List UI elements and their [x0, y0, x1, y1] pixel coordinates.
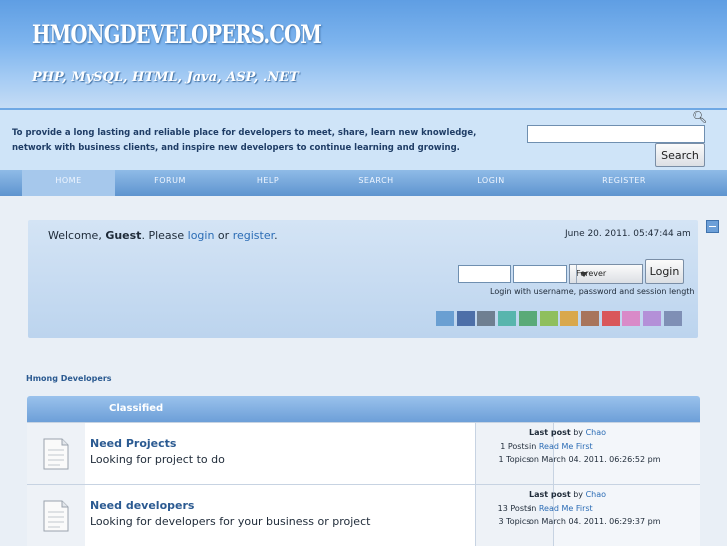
theme-swatch[interactable] [518, 311, 537, 326]
board-icon [43, 500, 69, 532]
board-icon-cell [27, 485, 86, 546]
last-post-info: Last post by Chao in Read Me First on Ma… [529, 426, 671, 467]
last-post-by: by [570, 490, 586, 499]
welcome-please: . Please [141, 229, 188, 242]
login-hint: Login with username, password and sessio… [490, 287, 695, 296]
guest-label: Guest [105, 229, 142, 242]
theme-swatch[interactable] [456, 311, 475, 326]
last-post-topic[interactable]: Read Me First [539, 504, 593, 513]
last-post-date: on March 04. 2011. 06:26:52 pm [529, 455, 661, 464]
welcome-end: . [274, 229, 278, 242]
welcome-message: Welcome, Guest. Please login or register… [48, 229, 278, 242]
username-input[interactable] [458, 265, 511, 283]
site-header: HMONGDEVELOPERS.COM PHP, MySQL, HTML, Ja… [0, 0, 727, 108]
nav-login[interactable]: LOGIN [460, 170, 522, 196]
theme-swatch[interactable] [560, 311, 579, 326]
collapse-icon[interactable] [706, 220, 719, 233]
theme-swatch[interactable] [580, 311, 599, 326]
board-description: Looking for developers for your business… [90, 515, 371, 528]
theme-swatch[interactable] [477, 311, 496, 326]
last-post-in: in [529, 441, 539, 451]
theme-swatch[interactable] [622, 311, 641, 326]
login-link[interactable]: login [188, 229, 215, 242]
chevron-down-icon [576, 265, 591, 283]
site-subtitle: PHP, MySQL, HTML, Java, ASP, .NET [32, 70, 299, 85]
last-post-topic[interactable]: Read Me First [539, 442, 593, 451]
board-icon [43, 438, 69, 470]
theme-swatch[interactable] [663, 311, 682, 326]
nav-help[interactable]: HELP [238, 170, 298, 196]
board-main: Need Projects Looking for project to do [85, 423, 476, 484]
board-description: Looking for project to do [90, 453, 225, 466]
current-date: June 20. 2011. 05:47:44 am [565, 229, 691, 239]
last-post-user[interactable]: Chao [586, 428, 606, 437]
theme-swatch[interactable] [643, 311, 661, 326]
site-title[interactable]: HMONGDEVELOPERS.COM [32, 20, 322, 49]
theme-swatch[interactable] [498, 311, 517, 326]
search-input[interactable] [527, 125, 705, 143]
main-nav: HOME FORUM HELP SEARCH LOGIN REGISTER [0, 170, 727, 196]
theme-swatch[interactable] [436, 311, 454, 326]
register-link[interactable]: register [233, 229, 274, 242]
password-input[interactable] [513, 265, 567, 283]
nav-home[interactable]: HOME [22, 170, 115, 196]
theme-swatch[interactable] [601, 311, 620, 326]
nav-register[interactable]: REGISTER [585, 170, 663, 196]
mission-text: To provide a long lasting and reliable p… [12, 128, 477, 153]
board-icon-cell [27, 423, 86, 484]
last-post-label: Last post [529, 490, 571, 499]
last-post-user[interactable]: Chao [586, 490, 606, 499]
breadcrumb[interactable]: Hmong Developers [26, 374, 112, 383]
board-name[interactable]: Need developers [90, 499, 194, 512]
board-main: Need developers Looking for developers f… [85, 485, 476, 546]
search-button[interactable]: Search [655, 143, 705, 167]
welcome-prefix: Welcome, [48, 229, 106, 242]
last-post-in: in [529, 503, 539, 513]
nav-forum[interactable]: FORUM [130, 170, 210, 196]
theme-swatch[interactable] [539, 311, 558, 326]
last-post-by: by [570, 428, 586, 437]
login-button[interactable]: Login [645, 259, 684, 284]
last-post-info: Last post by Chao in Read Me First on Ma… [529, 488, 671, 529]
board-name[interactable]: Need Projects [90, 437, 176, 450]
welcome-or: or [214, 229, 233, 242]
search-icon: 🔍︎ [692, 110, 708, 124]
category-title[interactable]: Classified [109, 403, 163, 414]
last-post-label: Last post [529, 428, 571, 437]
last-post-date: on March 04. 2011. 06:29:37 pm [529, 517, 661, 526]
session-length-select[interactable]: Forever [569, 264, 643, 284]
nav-search[interactable]: SEARCH [340, 170, 412, 196]
